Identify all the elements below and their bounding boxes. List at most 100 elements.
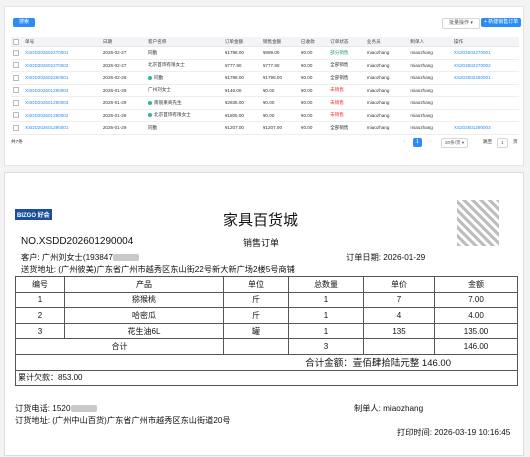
order-amount: ¥1798.00 bbox=[224, 75, 244, 81]
column-header-operation: 操作 bbox=[451, 37, 519, 47]
items-header: 单位 bbox=[223, 276, 289, 293]
order-phone-text: 订货电话: 1520 bbox=[15, 404, 71, 413]
table-row[interactable]: XSDD202602270001 2026-02-27 同勤 ¥1798.00 ¥899… bbox=[11, 46, 519, 60]
column-header-amount[interactable]: 订单金额 bbox=[222, 37, 261, 47]
chevron-down-icon: ▾ bbox=[461, 140, 465, 145]
column-header-status[interactable]: 订单状态 bbox=[328, 37, 365, 47]
received-amount: ¥0.00 bbox=[300, 100, 313, 106]
salesman: miaozhang bbox=[366, 75, 390, 81]
items-header-row: 编号 产品 单位 总数量 单价 金额 bbox=[15, 276, 518, 293]
order-number-link[interactable]: XSDD202601290001 bbox=[25, 125, 68, 130]
sales-amount: ¥0.00 bbox=[262, 100, 275, 106]
row-checkbox[interactable] bbox=[13, 87, 19, 94]
order-number-link[interactable]: XSDD202602260001 bbox=[25, 75, 68, 80]
page-size-select[interactable]: 20条/页 ▾ bbox=[441, 138, 469, 148]
order-number-link[interactable]: XSDD202602270002 bbox=[25, 63, 68, 68]
item-product: 哈密瓜 bbox=[64, 307, 224, 324]
redacted-phone bbox=[112, 254, 139, 262]
column-header-sales[interactable]: 销售金额 bbox=[260, 37, 299, 47]
item-row: 3 花生油6L 罐 1 135 135.00 bbox=[15, 322, 518, 340]
order-amount: ¥2835.00 bbox=[224, 100, 244, 106]
item-price: 7 bbox=[363, 291, 435, 309]
maker: miaozhang bbox=[410, 125, 433, 131]
customer-name: 同勤 bbox=[148, 124, 158, 130]
order-number-link[interactable]: XSDD202601290004 bbox=[25, 88, 68, 93]
redacted-phone bbox=[70, 405, 97, 413]
prev-page-button[interactable]: ‹ bbox=[400, 138, 409, 147]
received-amount: ¥0.00 bbox=[300, 75, 313, 81]
item-no: 2 bbox=[15, 307, 65, 324]
order-date: 2026-02-26 bbox=[102, 75, 127, 81]
order-number-link[interactable]: XSDD202602270001 bbox=[25, 50, 68, 55]
customer-name: 北京首饰有限女士 bbox=[154, 112, 191, 118]
table-row[interactable]: XSDD202601290004 2026-01-29 广州刘女士 ¥146.00 ¥0… bbox=[11, 84, 519, 97]
column-header-date[interactable]: 日期 bbox=[100, 37, 147, 47]
order-date: 2026-01-29 bbox=[102, 87, 127, 93]
chevron-down-icon: ▾ bbox=[470, 20, 473, 26]
column-header-received[interactable]: 已收款 bbox=[298, 37, 329, 47]
table-row[interactable]: XSDD202601290002 2026-01-29 北京首饰有限女士 ¥1805.… bbox=[11, 109, 519, 122]
status-badge: 未销售 bbox=[330, 112, 344, 118]
row-checkbox[interactable] bbox=[13, 74, 19, 81]
page-1-button[interactable]: 1 bbox=[413, 138, 422, 147]
batch-action-button[interactable]: 批量操作 ▾ bbox=[442, 18, 480, 29]
next-page-button[interactable]: › bbox=[426, 138, 435, 147]
maker: miaozhang bbox=[410, 50, 433, 56]
operation-link[interactable]: XS202601290003 bbox=[454, 125, 491, 130]
customer-tag-icon bbox=[148, 100, 153, 105]
sales-amount: ¥899.00 bbox=[262, 50, 280, 56]
order-phone: 订货电话: 1520 bbox=[15, 402, 97, 414]
item-price: 4 bbox=[363, 307, 435, 324]
order-number-link[interactable]: XSDD202601290002 bbox=[25, 113, 68, 118]
table-row[interactable]: XSDD202601290001 2026-01-29 同勤 ¥1207.00 ¥120… bbox=[11, 121, 519, 135]
customer-tag-icon bbox=[148, 113, 153, 118]
order-address: 订货地址: (广州中山百货)广东省广州市越秀区东山街道20号 bbox=[15, 416, 231, 425]
operation-link[interactable]: XS202602270001 bbox=[454, 50, 491, 55]
column-header-no[interactable]: 单号 bbox=[23, 37, 101, 47]
maker: 制单人: miaozhang bbox=[354, 404, 424, 413]
maker: miaozhang bbox=[410, 100, 433, 106]
order-number-link[interactable]: XSDD202601290003 bbox=[25, 100, 68, 105]
operation-link[interactable]: XS202602260001 bbox=[454, 75, 491, 80]
table-row[interactable]: XSDD202602260001 2026-02-26 同勤 ¥1798.00 ¥179… bbox=[11, 71, 519, 85]
row-checkbox[interactable] bbox=[13, 112, 19, 119]
order-number: NO.XSDD202601290004 bbox=[21, 236, 134, 247]
item-qty: 1 bbox=[288, 291, 364, 309]
item-row: 2 哈密瓜斤 1 4 4.00 bbox=[15, 307, 518, 324]
batch-action-label: 批量操作 bbox=[449, 20, 470, 26]
customer-name: 广州刘女士 bbox=[148, 87, 172, 93]
select-all-checkbox[interactable] bbox=[13, 38, 19, 45]
status-badge: 部分销售 bbox=[330, 49, 349, 55]
brand-logo: BIZGO 好会 bbox=[15, 209, 52, 220]
received-amount: ¥0.00 bbox=[300, 50, 313, 56]
column-header-salesman[interactable]: 业务员 bbox=[364, 37, 409, 47]
column-header-maker[interactable]: 制单人 bbox=[408, 37, 452, 47]
row-checkbox[interactable] bbox=[13, 99, 19, 106]
table-row[interactable]: XSDD202602270002 2026-02-27 北京首饰有限女士 ¥777.9… bbox=[11, 59, 519, 72]
maker: miaozhang bbox=[410, 87, 433, 93]
row-checkbox[interactable] bbox=[13, 62, 19, 69]
sales-amount: ¥0.00 bbox=[262, 87, 275, 93]
operation-link[interactable]: XS202602270002 bbox=[454, 63, 491, 68]
row-checkbox[interactable] bbox=[13, 49, 19, 56]
salesman: miaozhang bbox=[366, 125, 390, 131]
order-date: 2026-01-29 bbox=[102, 112, 127, 118]
column-header-customer[interactable]: 客户名称 bbox=[146, 37, 223, 47]
search-button[interactable]: 搜索 bbox=[13, 18, 36, 27]
goto-page-input[interactable]: 1 bbox=[497, 138, 508, 148]
order-date: 2026-02-27 bbox=[102, 50, 127, 56]
new-order-button[interactable]: + 新建销售订单 bbox=[481, 18, 522, 27]
customer-name: 同勤 bbox=[154, 74, 164, 80]
row-checkbox[interactable] bbox=[13, 124, 19, 131]
salesman: miaozhang bbox=[366, 112, 390, 118]
salesman: miaozhang bbox=[366, 50, 390, 56]
status-badge: 全部销售 bbox=[330, 62, 349, 68]
salesman: miaozhang bbox=[366, 87, 390, 93]
table-row[interactable]: XSDD202601290003 2026-01-29 南丽果商先生 ¥2835.00… bbox=[11, 96, 519, 110]
item-unit: 罐 bbox=[223, 322, 289, 340]
maker: miaozhang bbox=[410, 62, 433, 68]
page-size-value: 20条/页 bbox=[445, 140, 461, 145]
salesman: miaozhang bbox=[366, 62, 390, 68]
subtotal-amount: 146.00 bbox=[434, 338, 518, 355]
order-amount: ¥777.90 bbox=[224, 62, 242, 68]
